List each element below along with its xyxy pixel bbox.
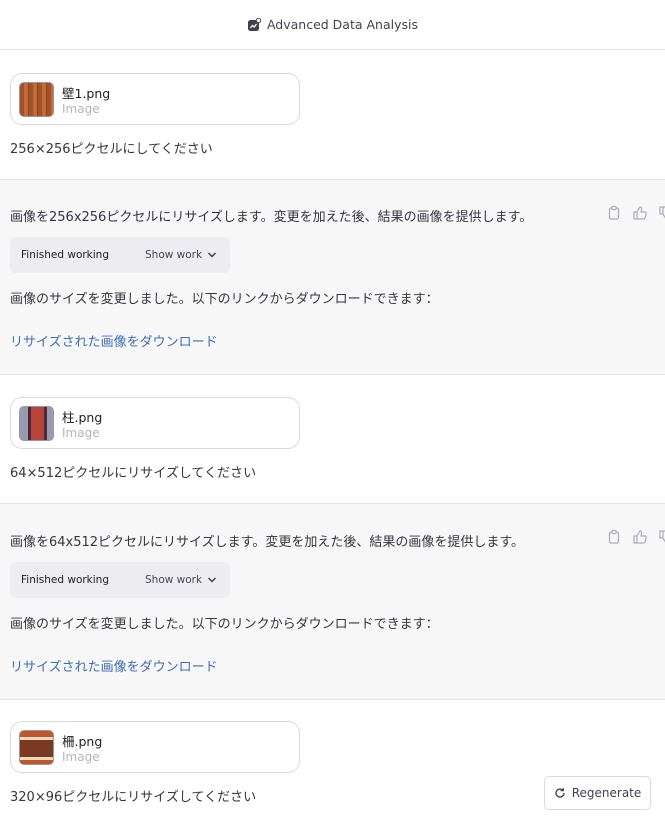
work-status-pill[interactable]: Finished working Show work: [10, 562, 230, 598]
data-analysis-icon: [247, 17, 261, 31]
assistant-result-text: 画像のサイズを変更しました。以下のリンクからダウンロードできます：: [10, 292, 439, 307]
copy-icon[interactable]: [606, 529, 624, 547]
regenerate-button[interactable]: Regenerate: [544, 776, 651, 810]
file-name: 柱.png: [62, 410, 103, 425]
file-name: 柵.png: [62, 734, 103, 749]
file-type: Image: [62, 426, 100, 440]
show-work-button[interactable]: Show work: [145, 249, 202, 261]
message-actions: [606, 529, 665, 547]
header-title: Advanced Data Analysis: [266, 17, 419, 32]
assistant-message: 画像を256x256ピクセルにリサイズします。変更を加えた後、結果の画像を提供し…: [0, 179, 665, 375]
user-message: 柱.png Image 64×512ピクセルにリサイズしてください: [0, 375, 665, 503]
assistant-intro-text: 画像を256x256ピクセルにリサイズします。変更を加えた後、結果の画像を提供し…: [10, 210, 533, 225]
image-thumbnail: [19, 730, 54, 765]
copy-icon[interactable]: [606, 205, 624, 223]
image-thumbnail: [19, 82, 54, 117]
user-message-text: 64×512ピクセルにリサイズしてください: [10, 466, 257, 481]
header: Advanced Data Analysis: [0, 0, 665, 50]
refresh-icon: [555, 788, 565, 798]
file-attachment[interactable]: 柵.png Image: [10, 721, 300, 773]
user-message: 壁1.png Image 256×256ピクセルにしてください: [0, 51, 665, 179]
file-attachment[interactable]: 壁1.png Image: [10, 73, 300, 125]
thumbs-down-icon[interactable]: [658, 205, 665, 223]
file-attachment[interactable]: 柱.png Image: [10, 397, 300, 449]
chevron-down-icon: [207, 252, 217, 258]
file-type: Image: [62, 102, 100, 116]
file-name: 壁1.png: [62, 86, 111, 101]
assistant-intro-text: 画像を64x512ピクセルにリサイズします。変更を加えた後、結果の画像を提供しま…: [10, 535, 525, 550]
work-status-label: Finished working: [21, 249, 109, 261]
download-link[interactable]: リサイズされた画像をダウンロード: [10, 331, 218, 350]
chevron-down-icon: [207, 577, 217, 583]
user-message-text: 256×256ピクセルにしてください: [10, 142, 213, 157]
message-actions: [606, 205, 665, 223]
user-message-text: 320×96ピクセルにリサイズしてください: [10, 790, 257, 805]
thumbs-up-icon[interactable]: [632, 205, 650, 223]
thumbs-down-icon[interactable]: [658, 529, 665, 547]
download-link[interactable]: リサイズされた画像をダウンロード: [10, 656, 218, 675]
work-status-label: Finished working: [21, 574, 109, 586]
assistant-message: 画像を64x512ピクセルにリサイズします。変更を加えた後、結果の画像を提供しま…: [0, 503, 665, 700]
thumbs-up-icon[interactable]: [632, 529, 650, 547]
image-thumbnail: [19, 406, 54, 441]
file-type: Image: [62, 750, 100, 764]
work-status-pill[interactable]: Finished working Show work: [10, 237, 230, 273]
show-work-button[interactable]: Show work: [145, 574, 202, 586]
assistant-result-text: 画像のサイズを変更しました。以下のリンクからダウンロードできます：: [10, 617, 439, 632]
regenerate-label: Regenerate: [571, 786, 642, 800]
